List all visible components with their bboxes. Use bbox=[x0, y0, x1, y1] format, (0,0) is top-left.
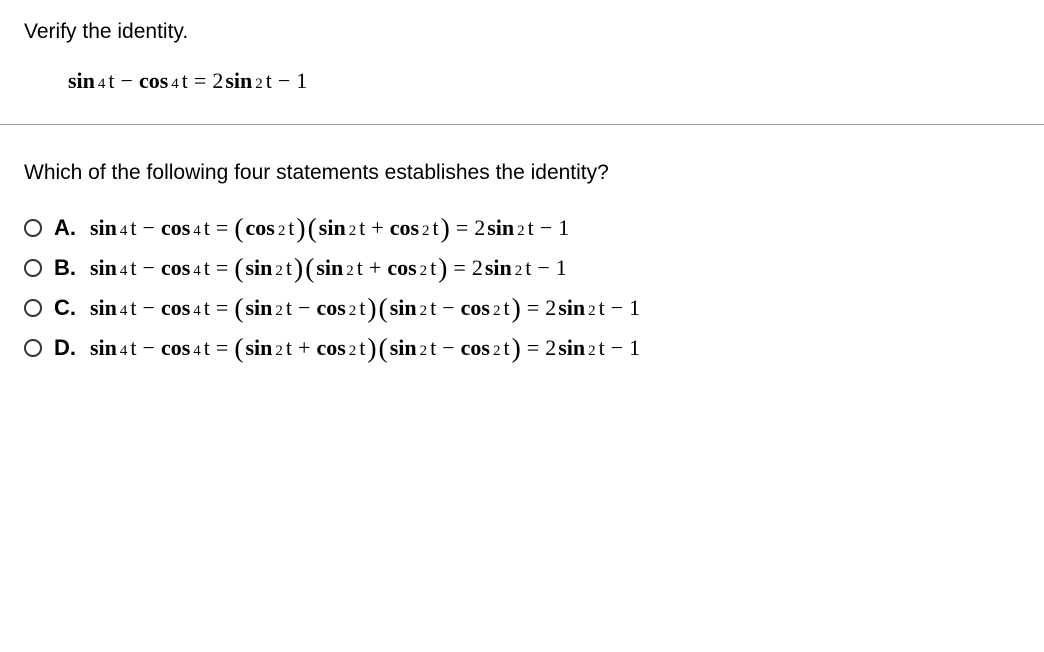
choice-a[interactable]: A. sin4 t − cos4 t = (cos2 t) (sin2 t + … bbox=[24, 215, 1020, 241]
radio-icon[interactable] bbox=[24, 299, 42, 317]
choice-label: A. bbox=[54, 215, 78, 241]
radio-icon[interactable] bbox=[24, 259, 42, 277]
choice-label: B. bbox=[54, 255, 78, 281]
choice-equation: sin4 t − cos4 t = (cos2 t) (sin2 t + cos… bbox=[90, 215, 569, 241]
choice-equation: sin4 t − cos4 t = (sin2 t − cos2 t) (sin… bbox=[90, 295, 640, 321]
choice-equation: sin4 t − cos4 t = (sin2 t + cos2 t) (sin… bbox=[90, 335, 640, 361]
choice-c[interactable]: C. sin4 t − cos4 t = (sin2 t − cos2 t) (… bbox=[24, 295, 1020, 321]
choice-d[interactable]: D. sin4 t − cos4 t = (sin2 t + cos2 t) (… bbox=[24, 335, 1020, 361]
choice-b[interactable]: B. sin4 t − cos4 t = (sin2 t) (sin2 t + … bbox=[24, 255, 1020, 281]
radio-icon[interactable] bbox=[24, 339, 42, 357]
question-text: Which of the following four statements e… bbox=[24, 161, 1020, 185]
choice-label: C. bbox=[54, 295, 78, 321]
choice-equation: sin4 t − cos4 t = (sin2 t) (sin2 t + cos… bbox=[90, 255, 567, 281]
choice-label: D. bbox=[54, 335, 78, 361]
main-equation: sin4 t − cos4 t = 2 sin2 t − 1 bbox=[24, 68, 1020, 94]
radio-icon[interactable] bbox=[24, 219, 42, 237]
section-divider bbox=[0, 124, 1044, 125]
instruction-text: Verify the identity. bbox=[24, 20, 1020, 44]
choices-group: A. sin4 t − cos4 t = (cos2 t) (sin2 t + … bbox=[24, 215, 1020, 361]
